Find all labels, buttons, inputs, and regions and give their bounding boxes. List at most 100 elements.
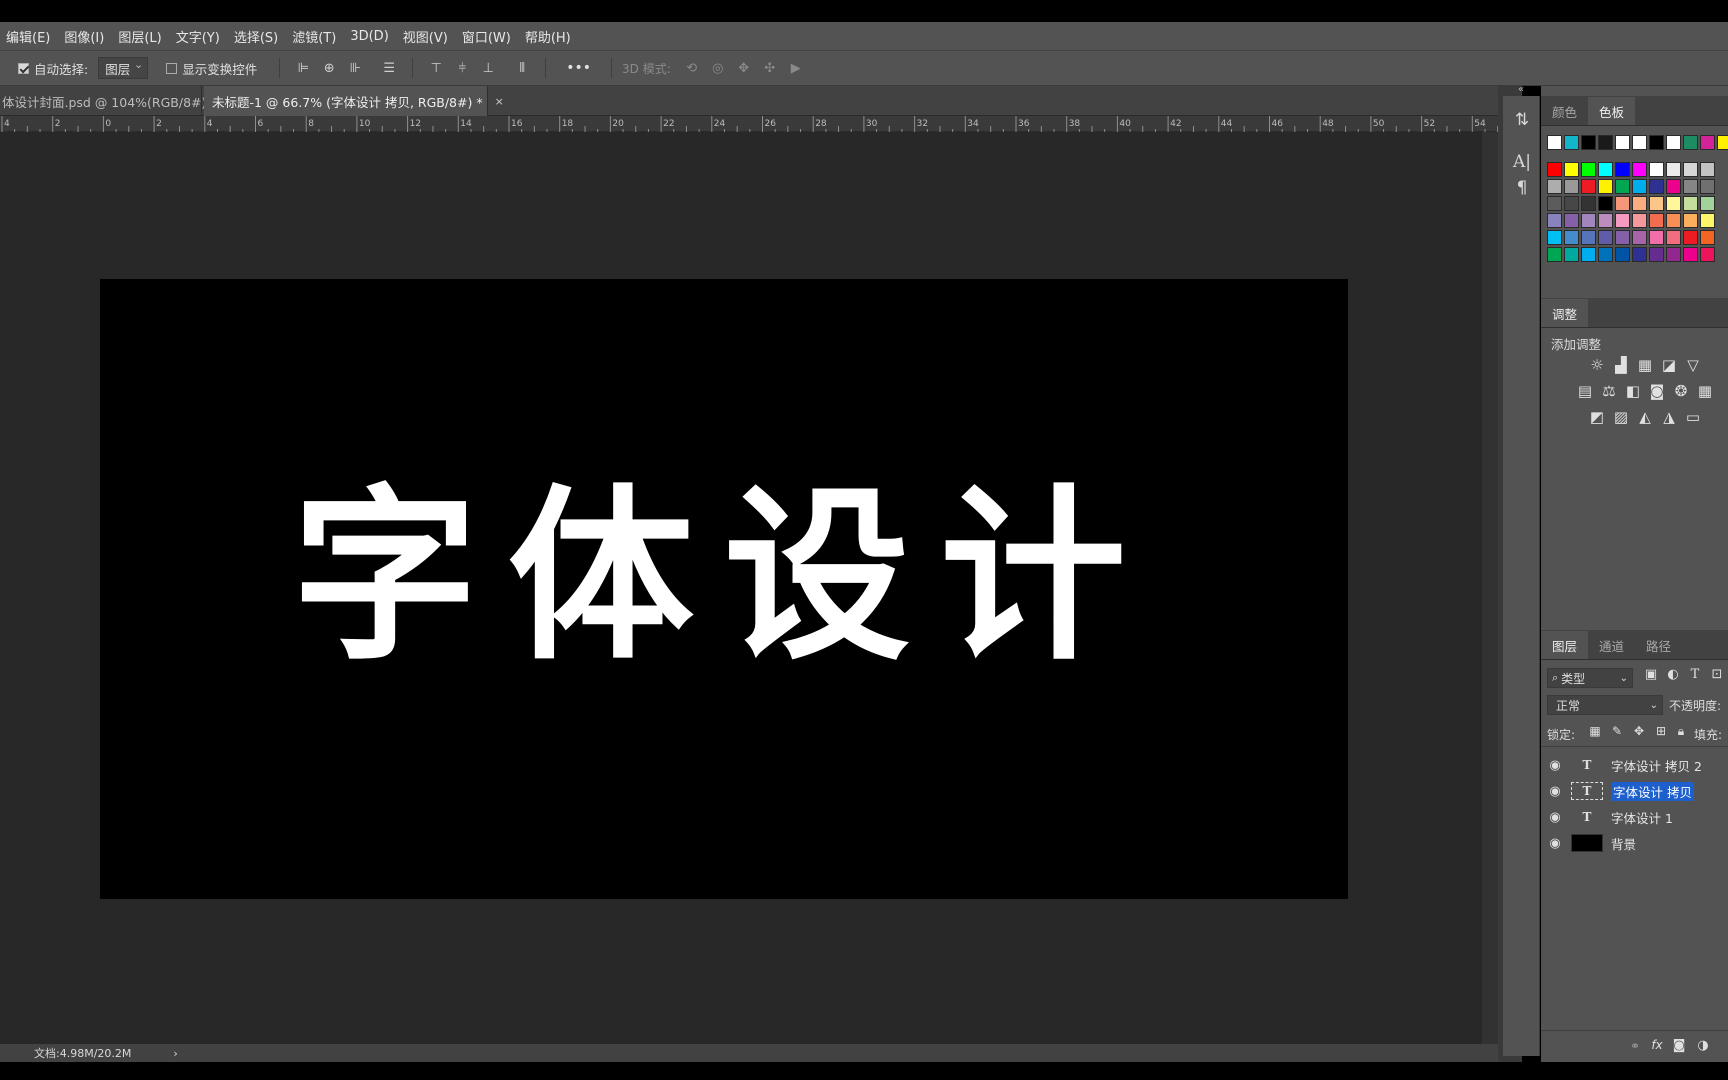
color-swatch[interactable] (1632, 196, 1647, 211)
color-swatch[interactable] (1700, 196, 1715, 211)
color-swatch[interactable] (1649, 179, 1664, 194)
canvas-text-layer[interactable]: 字体设计 (292, 484, 1156, 670)
menu-help[interactable]: 帮助(H) (525, 27, 571, 46)
color-swatch[interactable] (1700, 179, 1715, 194)
eye-icon[interactable]: ◉ (1541, 758, 1569, 773)
color-swatch[interactable] (1564, 230, 1579, 245)
color-lookup-icon[interactable]: ▦ (1695, 382, 1715, 400)
color-swatch[interactable] (1649, 213, 1664, 228)
hue-saturation-icon[interactable]: ▤ (1575, 382, 1595, 400)
color-swatch[interactable] (1649, 247, 1664, 262)
color-swatch[interactable] (1547, 196, 1562, 211)
threshold-icon[interactable]: ◭ (1635, 408, 1655, 426)
color-swatch[interactable] (1666, 213, 1681, 228)
layer-row[interactable]: ◉ 背景 (1541, 830, 1728, 856)
brightness-icon[interactable]: ☼ (1587, 356, 1607, 374)
menu-type[interactable]: 文字(Y) (176, 27, 220, 46)
color-swatch[interactable] (1564, 196, 1579, 211)
color-swatch[interactable] (1615, 247, 1630, 262)
color-swatch[interactable] (1649, 230, 1664, 245)
3d-camera-icon[interactable]: ▶ (789, 61, 803, 76)
color-swatch[interactable] (1581, 196, 1596, 211)
blend-mode-dropdown[interactable]: 正常 ⌄ (1547, 695, 1663, 715)
color-swatch[interactable] (1632, 162, 1647, 177)
layer-filter-dropdown[interactable]: ⌕ 类型 ⌄ (1547, 668, 1633, 688)
recent-swatch[interactable] (1547, 135, 1562, 150)
color-swatch[interactable] (1581, 179, 1596, 194)
menu-layer[interactable]: 图层(L) (118, 27, 161, 46)
mask-icon[interactable]: ◙ (1669, 1038, 1689, 1053)
color-swatch[interactable] (1632, 179, 1647, 194)
recent-swatch[interactable] (1666, 135, 1681, 150)
color-swatch[interactable] (1666, 196, 1681, 211)
color-swatch[interactable] (1649, 162, 1664, 177)
close-icon[interactable]: × (495, 95, 504, 108)
vertical-scrollbar[interactable] (1482, 132, 1498, 1044)
color-swatch[interactable] (1564, 179, 1579, 194)
filter-pixel-icon[interactable]: ▣ (1641, 667, 1661, 682)
align-hcenter-icon[interactable]: ⊕ (322, 61, 336, 76)
menu-image[interactable]: 图像(I) (64, 27, 104, 46)
color-swatch[interactable] (1581, 213, 1596, 228)
align-bottom-icon[interactable]: ⊥ (481, 61, 495, 76)
color-swatch[interactable] (1615, 213, 1630, 228)
color-swatch[interactable] (1547, 230, 1562, 245)
color-swatch[interactable] (1683, 179, 1698, 194)
color-swatch[interactable] (1666, 247, 1681, 262)
document-canvas[interactable]: 字体设计 (100, 279, 1348, 899)
color-swatch[interactable] (1615, 162, 1630, 177)
color-swatch[interactable] (1581, 162, 1596, 177)
lock-transparent-icon[interactable]: ▦ (1585, 724, 1605, 738)
color-swatch[interactable] (1598, 196, 1613, 211)
color-swatch[interactable] (1700, 247, 1715, 262)
color-swatch[interactable] (1598, 230, 1613, 245)
recent-swatch[interactable] (1615, 135, 1630, 150)
recent-swatch[interactable] (1564, 135, 1579, 150)
color-balance-icon[interactable]: ⚖ (1599, 382, 1619, 400)
exposure-icon[interactable]: ◪ (1659, 356, 1679, 374)
color-swatch[interactable] (1564, 162, 1579, 177)
tab-adjustments[interactable]: 调整 (1541, 299, 1589, 327)
eye-icon[interactable]: ◉ (1541, 810, 1569, 825)
vibrance-icon[interactable]: ▽ (1683, 356, 1703, 374)
3d-orbit-icon[interactable]: ⟲ (685, 61, 699, 76)
recent-swatch[interactable] (1581, 135, 1596, 150)
paragraph-panel-icon[interactable]: ¶ (1503, 178, 1541, 198)
color-swatch[interactable] (1683, 247, 1698, 262)
align-right-icon[interactable]: ⊪ (348, 61, 362, 76)
color-swatch[interactable] (1547, 247, 1562, 262)
color-swatch[interactable] (1683, 196, 1698, 211)
color-swatch[interactable] (1598, 179, 1613, 194)
levels-icon[interactable]: ▟ (1611, 356, 1631, 374)
collapse-panels-icon[interactable]: « (1518, 84, 1524, 95)
tab-cover-psd[interactable]: 体设计封面.psd @ 104%(RGB/8#) × (0, 86, 228, 116)
more-options-icon[interactable]: ••• (566, 60, 591, 76)
link-icon[interactable]: ⚭ (1625, 1039, 1645, 1053)
color-swatch[interactable] (1666, 162, 1681, 177)
color-swatch[interactable] (1649, 196, 1664, 211)
eye-icon[interactable]: ◉ (1541, 836, 1569, 851)
layer-row[interactable]: ◉ T 字体设计 1 (1541, 804, 1728, 830)
tab-color[interactable]: 颜色 (1541, 97, 1588, 125)
color-swatch[interactable] (1666, 179, 1681, 194)
menu-filter[interactable]: 滤镜(T) (292, 27, 336, 46)
color-swatch[interactable] (1547, 162, 1562, 177)
color-swatch[interactable] (1581, 247, 1596, 262)
color-swatch[interactable] (1564, 247, 1579, 262)
fx-icon[interactable]: fx (1647, 1038, 1667, 1052)
distribute-vertical-icon[interactable]: ☰ (382, 61, 396, 76)
color-swatch[interactable] (1615, 230, 1630, 245)
photo-filter-icon[interactable]: ◙ (1647, 382, 1667, 400)
recent-swatch[interactable] (1700, 135, 1715, 150)
color-swatch[interactable] (1632, 213, 1647, 228)
filter-type-icon[interactable]: T (1685, 667, 1705, 682)
color-swatch[interactable] (1547, 213, 1562, 228)
color-swatch[interactable] (1598, 247, 1613, 262)
3d-pan-icon[interactable]: ✥ (737, 61, 751, 76)
character-panel-icon[interactable]: A| (1503, 152, 1541, 172)
lock-artboard-icon[interactable]: ⊞ (1651, 724, 1671, 738)
menu-view[interactable]: 视图(V) (403, 27, 448, 46)
menu-3d[interactable]: 3D(D) (350, 29, 388, 44)
layer-name-input[interactable]: 字体设计 拷贝 (1611, 781, 1694, 801)
color-swatch[interactable] (1683, 230, 1698, 245)
